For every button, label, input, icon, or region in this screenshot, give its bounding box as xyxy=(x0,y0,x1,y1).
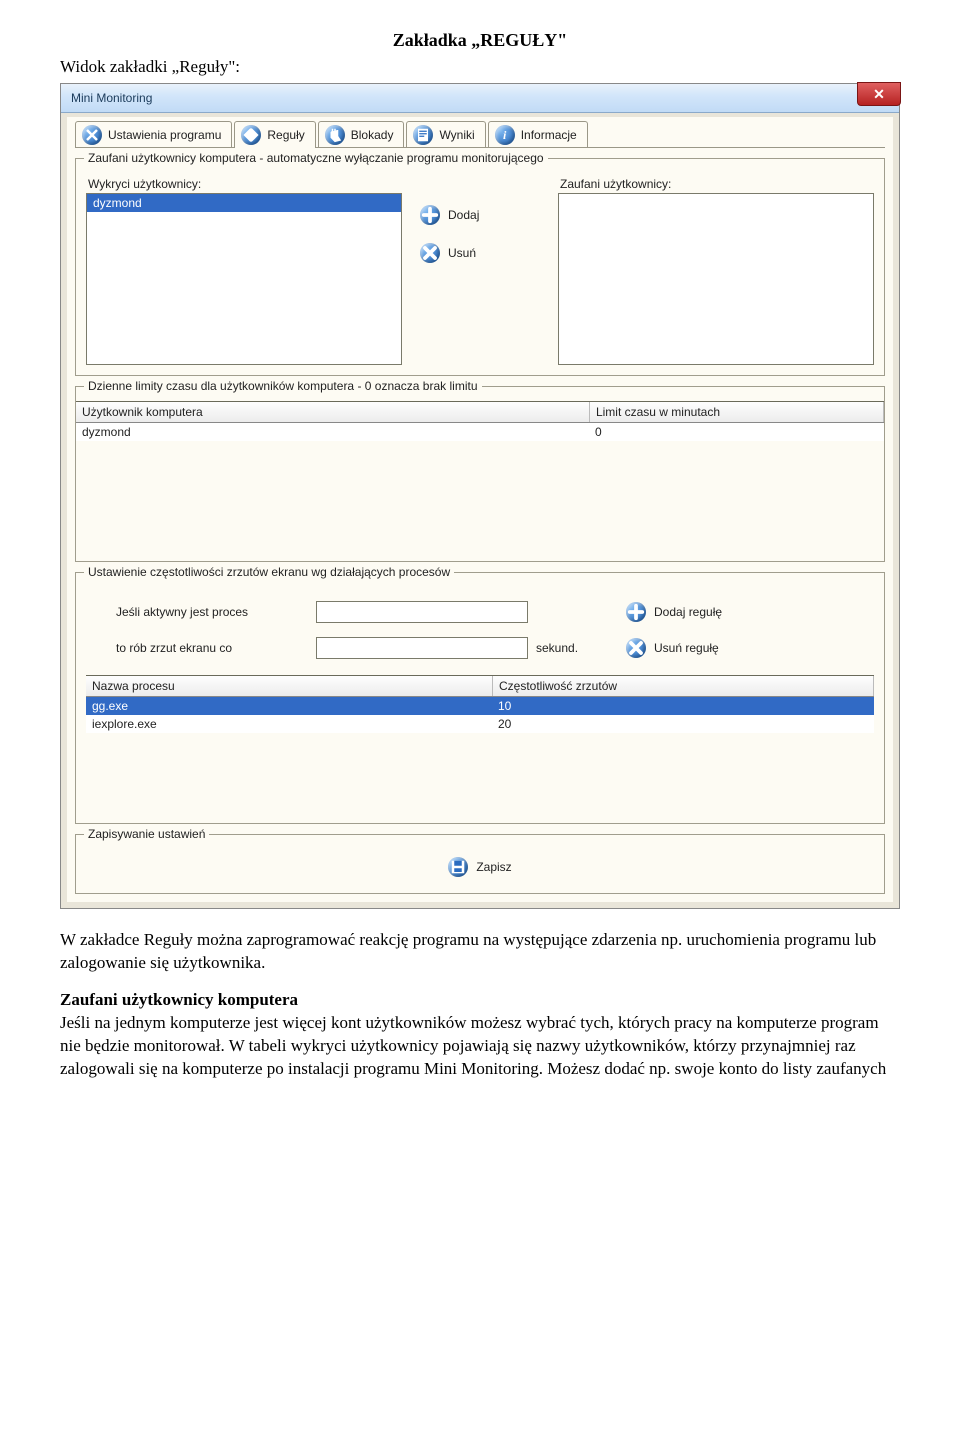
table-row[interactable]: iexplore.exe 20 xyxy=(86,715,874,733)
cell-user: dyzmond xyxy=(76,423,589,441)
label-then-shot: to rób zrzut ekranu co xyxy=(116,641,316,655)
group-time-limits: Dzienne limity czasu dla użytkowników ko… xyxy=(75,386,885,562)
label-seconds: sekund. xyxy=(536,641,626,655)
group-title: Ustawienie częstotliwości zrzutów ekranu… xyxy=(84,565,454,579)
group-title: Dzienne limity czasu dla użytkowników ko… xyxy=(84,379,482,393)
detected-users-label: Wykryci użytkownicy: xyxy=(88,177,402,191)
save-button[interactable]: Zapisz xyxy=(448,857,511,877)
cell-process: iexplore.exe xyxy=(86,715,492,733)
info-icon: i xyxy=(495,125,515,145)
table-row[interactable]: gg.exe 10 xyxy=(86,697,874,715)
group-title: Zaufani użytkownicy komputera - automaty… xyxy=(84,151,548,165)
close-icon: ✕ xyxy=(873,86,885,103)
paragraph-heading: Zaufani użytkownicy komputera xyxy=(60,990,298,1009)
button-label: Dodaj xyxy=(448,208,479,222)
cell-limit: 0 xyxy=(589,423,884,441)
tab-settings[interactable]: Ustawienia programu xyxy=(75,121,232,148)
limits-table[interactable]: Użytkownik komputera Limit czasu w minut… xyxy=(76,401,884,441)
tab-underline xyxy=(75,147,885,148)
tab-label: Blokady xyxy=(351,128,394,142)
wrench-icon xyxy=(82,125,102,145)
cell-process: gg.exe xyxy=(86,697,492,715)
plus-icon xyxy=(626,602,646,622)
tab-blocks[interactable]: Blokady xyxy=(318,121,405,148)
tab-results[interactable]: Wyniki xyxy=(406,121,485,148)
interval-input[interactable] xyxy=(316,637,528,659)
table-row[interactable]: dyzmond 0 xyxy=(76,423,884,441)
rules-table[interactable]: Nazwa procesu Częstotliwość zrzutów gg.e… xyxy=(86,675,874,733)
remove-user-button[interactable]: Usuń xyxy=(420,243,476,263)
process-name-input[interactable] xyxy=(316,601,528,623)
app-window: Mini Monitoring ✕ Ustawienia programu xyxy=(60,83,900,909)
group-screenshot-frequency: Ustawienie częstotliwości zrzutów ekranu… xyxy=(75,572,885,824)
arrows-icon xyxy=(241,125,261,145)
col-user: Użytkownik komputera xyxy=(76,402,590,422)
add-user-button[interactable]: Dodaj xyxy=(420,205,479,225)
col-frequency: Częstotliwość zrzutów xyxy=(493,676,874,696)
remove-icon xyxy=(626,638,646,658)
tab-rules[interactable]: Reguły xyxy=(234,121,315,148)
list-item[interactable]: dyzmond xyxy=(87,194,401,212)
trusted-users-list[interactable] xyxy=(558,193,874,365)
table-header: Użytkownik komputera Limit czasu w minut… xyxy=(76,402,884,423)
window-title: Mini Monitoring xyxy=(71,91,152,105)
paragraph-body: Jeśli na jednym komputerze jest więcej k… xyxy=(60,1013,886,1078)
tab-strip: Ustawienia programu Reguły Blokady xyxy=(75,121,885,148)
group-trusted-users: Zaufani użytkownicy komputera - automaty… xyxy=(75,158,885,376)
remove-rule-button[interactable]: Usuń regułę xyxy=(626,638,786,658)
add-rule-button[interactable]: Dodaj regułę xyxy=(626,602,786,622)
detected-users-list[interactable]: dyzmond xyxy=(86,193,402,365)
cell-frequency: 20 xyxy=(492,715,874,733)
tab-label: Ustawienia programu xyxy=(108,128,221,142)
close-button[interactable]: ✕ xyxy=(857,82,901,106)
doc-title: Zakładka „REGUŁY" xyxy=(60,30,900,51)
remove-icon xyxy=(420,243,440,263)
hand-icon xyxy=(325,125,345,145)
button-label: Dodaj regułę xyxy=(654,605,722,619)
button-label: Usuń regułę xyxy=(654,641,719,655)
body-paragraph-2: Zaufani użytkownicy komputera Jeśli na j… xyxy=(60,989,900,1081)
doc-intro: Widok zakładki „Reguły": xyxy=(60,57,900,77)
body-paragraph-1: W zakładce Reguły można zaprogramować re… xyxy=(60,929,900,975)
tab-info[interactable]: i Informacje xyxy=(488,121,588,148)
tab-label: Reguły xyxy=(267,128,304,142)
tab-label: Wyniki xyxy=(439,128,474,142)
window-body: Ustawienia programu Reguły Blokady xyxy=(61,113,899,908)
table-header: Nazwa procesu Częstotliwość zrzutów xyxy=(86,676,874,697)
cell-frequency: 10 xyxy=(492,697,874,715)
button-label: Zapisz xyxy=(476,860,511,874)
col-limit: Limit czasu w minutach xyxy=(590,402,884,422)
group-title: Zapisywanie ustawień xyxy=(84,827,209,841)
label-if-process: Jeśli aktywny jest proces xyxy=(116,605,316,619)
plus-icon xyxy=(420,205,440,225)
button-label: Usuń xyxy=(448,246,476,260)
titlebar: Mini Monitoring ✕ xyxy=(61,84,899,113)
group-save-settings: Zapisywanie ustawień Zapisz xyxy=(75,834,885,894)
trusted-users-label: Zaufani użytkownicy: xyxy=(560,177,874,191)
note-icon xyxy=(413,125,433,145)
save-icon xyxy=(448,857,468,877)
col-process: Nazwa procesu xyxy=(86,676,493,696)
tab-label: Informacje xyxy=(521,128,577,142)
